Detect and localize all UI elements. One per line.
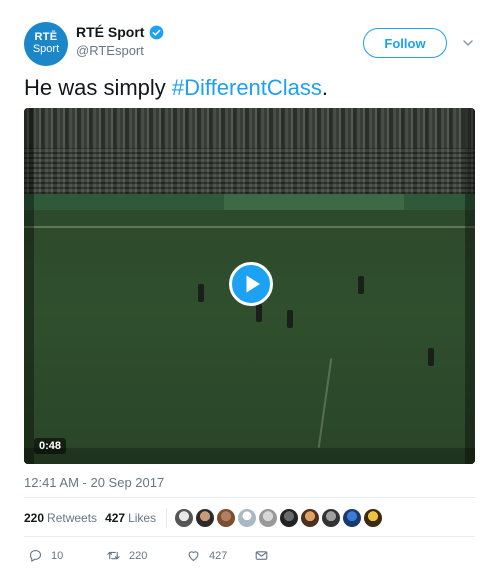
likes-label: Likes [128, 511, 157, 525]
avatar[interactable]: RTĒ Sport [24, 22, 68, 66]
handle[interactable]: @RTEsport [76, 43, 164, 58]
tweet-stats: 220 Retweets 427 Likes [24, 508, 383, 528]
video-frame-player [287, 310, 293, 328]
liker-avatar[interactable] [280, 509, 299, 527]
envelope-icon [255, 551, 268, 560]
liker-avatar[interactable] [238, 509, 257, 527]
video-frame-pitch-line [24, 226, 475, 228]
liker-avatar[interactable] [301, 509, 320, 527]
reply-icon [29, 549, 42, 562]
video-frame-crowd-shade [24, 148, 475, 194]
video-frame-edge [465, 108, 475, 464]
display-name[interactable]: RTÉ Sport [76, 24, 144, 40]
tweet-card: RTĒ Sport RTÉ Sport @RTEsport Follow He … [0, 0, 501, 584]
tweet-text: He was simply #DifferentClass. [24, 74, 484, 102]
liker-avatar[interactable] [322, 509, 341, 527]
play-icon[interactable] [229, 262, 273, 306]
tweet-actions: 10 220 427 [28, 548, 269, 563]
like-button[interactable]: 427 [186, 548, 254, 563]
video-frame-advert-board-highlight [224, 194, 404, 210]
like-count: 427 [209, 549, 228, 562]
stats-separator [166, 508, 168, 528]
reply-button[interactable]: 10 [28, 548, 106, 563]
liker-avatar[interactable] [196, 509, 215, 527]
liker-avatar[interactable] [259, 509, 278, 527]
liker-avatar[interactable] [175, 509, 194, 527]
liker-avatar[interactable] [217, 509, 236, 527]
chevron-down-icon[interactable] [461, 36, 475, 50]
account-info[interactable]: RTÉ Sport @RTEsport [76, 24, 164, 58]
video-frame-edge [24, 108, 34, 464]
divider [24, 536, 475, 537]
verified-badge-icon [150, 25, 164, 39]
likes-stat[interactable]: 427 Likes [105, 511, 156, 525]
video-frame-bottom-shade [24, 448, 475, 464]
avatar-logo-line1: RTĒ [34, 31, 58, 43]
retweet-count: 220 [129, 549, 148, 562]
liker-avatar[interactable] [343, 509, 362, 527]
video-duration: 0:48 [34, 438, 67, 454]
video-frame-player [198, 284, 204, 302]
tweet-timestamp[interactable]: 12:41 AM - 20 Sep 2017 [24, 475, 164, 490]
reply-count: 10 [51, 549, 64, 562]
retweets-stat[interactable]: 220 Retweets [24, 511, 97, 525]
heart-icon [188, 551, 199, 562]
follow-button[interactable]: Follow [363, 28, 447, 58]
video-frame-player [256, 304, 262, 322]
avatar-logo-line2: Sport [32, 43, 60, 55]
video-frame-player [428, 348, 434, 366]
divider [24, 497, 475, 498]
retweet-button[interactable]: 220 [106, 548, 186, 563]
video-player[interactable]: 0:48 [24, 108, 475, 464]
liker-avatar[interactable] [364, 509, 383, 527]
video-frame-pitch [24, 210, 475, 464]
retweet-icon [107, 551, 120, 560]
tweet-text-prefix: He was simply [24, 75, 172, 100]
retweets-label: Retweets [47, 511, 98, 525]
direct-message-button[interactable] [254, 548, 269, 563]
video-frame-player [358, 276, 364, 294]
likes-count: 427 [105, 511, 126, 525]
tweet-text-suffix: . [321, 75, 329, 100]
liker-avatars [175, 509, 383, 527]
hashtag-link[interactable]: #DifferentClass [172, 75, 322, 100]
retweets-count: 220 [24, 511, 45, 525]
